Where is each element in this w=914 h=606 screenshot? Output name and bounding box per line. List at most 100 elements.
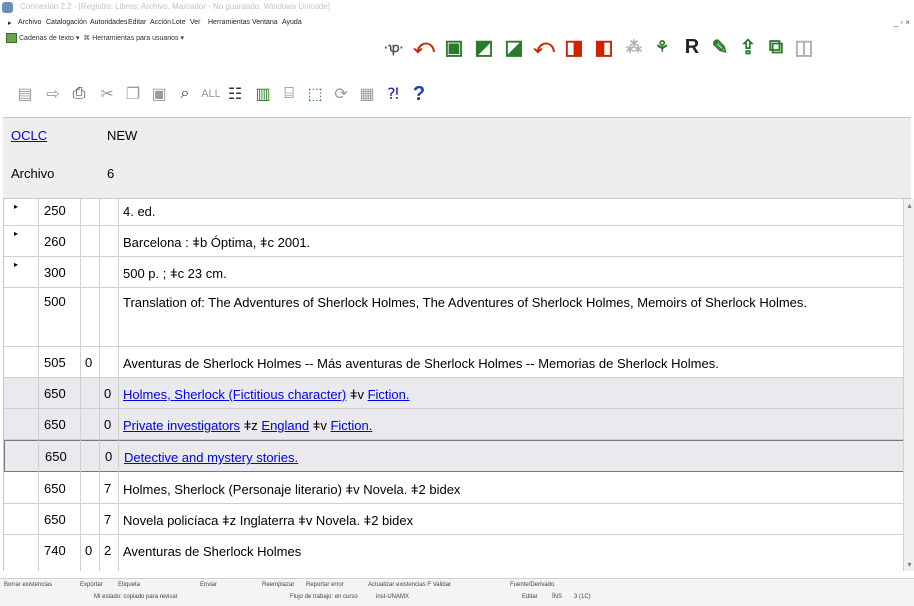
field-text[interactable]: Novela policíaca ǂz Inglaterra ǂv Novela…	[123, 512, 884, 529]
app-icon	[2, 2, 13, 13]
menu-ventana[interactable]: Ventana	[252, 19, 278, 26]
indicator-1[interactable]: 0	[85, 355, 92, 370]
cut-icon[interactable]: ✂	[94, 81, 120, 107]
status-send[interactable]: Enviar	[200, 582, 217, 588]
status-replace[interactable]: Reemplazar	[262, 582, 294, 588]
reader-icon[interactable]: ⬚	[302, 81, 328, 107]
field-text[interactable]: 500 p. ; ǂc 23 cm.	[123, 265, 884, 282]
field-text[interactable]: Aventuras de Sherlock Holmes	[123, 543, 884, 560]
record-info-panel: OCLC NEW Archivo 6	[3, 117, 911, 199]
document-icon[interactable]: ▦	[354, 81, 380, 107]
holdings-icon[interactable]: ◨	[560, 33, 588, 61]
status-source[interactable]: Fuente/Derivado	[510, 582, 554, 588]
abc-icon[interactable]: ALL	[198, 81, 224, 107]
table-row[interactable]: 650 7 Novela policíaca ǂz Inglaterra ǂv …	[4, 504, 904, 535]
field-tag: 650	[44, 512, 66, 527]
hierarchy-icon[interactable]: ⁂	[620, 33, 648, 61]
menu-ver[interactable]: Ver	[190, 19, 201, 26]
reformat-icon[interactable]: R	[678, 33, 706, 61]
field-text[interactable]: Translation of: The Adventures of Sherlo…	[123, 294, 884, 311]
status-report-error[interactable]: Reportar error	[306, 582, 344, 588]
row-pointer-icon: ▸	[14, 260, 19, 269]
menu-catalogacion[interactable]: Catalogación	[46, 19, 87, 26]
save-icon[interactable]: ▤	[12, 81, 38, 107]
label-icon[interactable]: ⧉	[762, 33, 790, 61]
indicator-2[interactable]: 0	[104, 386, 111, 401]
subfield-link[interactable]: Fiction.	[368, 387, 410, 402]
table-row-selected[interactable]: 650 0 Detective and mystery stories.	[4, 440, 904, 472]
table-row[interactable]: 650 7 Holmes, Sherlock (Personaje litera…	[4, 473, 904, 504]
menu-accion[interactable]: Acción	[150, 19, 171, 26]
table-row[interactable]: 650 0 Private investigators ǂz England ǂ…	[4, 409, 904, 440]
field-tag: 260	[44, 234, 66, 249]
network-icon[interactable]: ⚘	[648, 33, 676, 61]
menu-autoridades[interactable]: Autoridades	[90, 19, 127, 26]
subfield-link[interactable]: Fiction.	[330, 418, 372, 433]
row-pointer-icon: ▸	[14, 229, 19, 238]
hierarchy-list-icon[interactable]: ☷	[222, 81, 248, 107]
subject-heading-link[interactable]: Private investigators	[123, 418, 240, 433]
indicator-1[interactable]: 0	[85, 543, 92, 558]
table-row[interactable]: 500 Translation of: The Adventures of Sh…	[4, 288, 904, 347]
table-row[interactable]: 505 0 Aventuras de Sherlock Holmes -- Má…	[4, 347, 904, 378]
menu-herramientas[interactable]: Herramientas	[208, 19, 250, 26]
text-strings-button[interactable]: Cadenas de texto	[19, 35, 74, 42]
menu-bar: ▸ Archivo Catalogación Autoridades Edita…	[0, 17, 914, 31]
validate-record-icon[interactable]: ▣	[440, 33, 468, 61]
scroll-up-icon[interactable]: ▴	[905, 201, 914, 210]
export-arrow-icon[interactable]: ⇨	[40, 81, 66, 107]
user-tools-button[interactable]: Herramientas para usuarios	[92, 35, 178, 42]
replace-save-icon[interactable]: ◪	[500, 33, 528, 61]
status-delete-holdings[interactable]: Borrar existencias	[4, 582, 52, 588]
table-row[interactable]: 650 0 Holmes, Sherlock (Fictitious chara…	[4, 378, 904, 409]
menu-editar[interactable]: Editar	[128, 19, 146, 26]
undo-action-icon[interactable]: ⤺	[530, 33, 558, 61]
table-row[interactable]: ▸ 260 Barcelona : ǂb Óptima, ǂc 2001.	[4, 226, 904, 257]
status-bar: Borrar existencias Exportar Etiqueta Env…	[0, 578, 914, 606]
check-icon[interactable]: ✎	[706, 33, 734, 61]
field-text[interactable]: Holmes, Sherlock (Personaje literario) ǂ…	[123, 481, 884, 498]
export-icon[interactable]: ⇪	[734, 33, 762, 61]
replace-icon[interactable]: ◩	[470, 33, 498, 61]
binoculars-icon[interactable]: ⌕	[172, 81, 198, 107]
status-update-holdings[interactable]: Actualizar existencias F Validar	[368, 582, 451, 588]
table-row[interactable]: ▸ 250 4. ed.	[4, 199, 904, 226]
send-icon[interactable]: ◫	[790, 33, 818, 61]
field-text[interactable]: 4. ed.	[123, 203, 884, 220]
field-text[interactable]: Aventuras de Sherlock Holmes -- Más aven…	[123, 355, 884, 372]
oclc-link[interactable]: OCLC	[11, 128, 47, 143]
indicator-2[interactable]: 7	[104, 481, 111, 496]
book-icon[interactable]: ▥	[250, 81, 276, 107]
indicator-2[interactable]: 7	[104, 512, 111, 527]
form-icon[interactable]: ⌸	[276, 81, 302, 107]
search-dropdown-icon[interactable]: ·ꝕ·	[380, 33, 408, 61]
field-tag: 650	[44, 481, 66, 496]
print-icon[interactable]: ⎙	[66, 81, 92, 107]
copy-icon[interactable]: ❐	[120, 81, 146, 107]
table-row[interactable]: 740 0 2 Aventuras de Sherlock Holmes	[4, 535, 904, 571]
context-help-icon[interactable]: ⁈	[380, 81, 406, 107]
help-icon[interactable]: ?	[406, 81, 432, 107]
text-strings-icon	[6, 33, 17, 43]
status-export[interactable]: Exportar	[80, 582, 103, 588]
status-label[interactable]: Etiqueta	[118, 582, 140, 588]
menu-icon: ▸	[8, 20, 12, 27]
menu-lote[interactable]: Lote	[172, 19, 186, 26]
subject-heading-link[interactable]: Detective and mystery stories.	[124, 450, 298, 465]
mdi-controls[interactable]: _ ▫ ×	[894, 18, 910, 27]
undo-red-icon[interactable]: ⤺	[410, 33, 438, 61]
indicator-2[interactable]: 0	[104, 417, 111, 432]
indicator-2[interactable]: 0	[105, 449, 112, 464]
table-row[interactable]: ▸ 300 500 p. ; ǂc 23 cm.	[4, 257, 904, 288]
vertical-scrollbar[interactable]: ▴ ▾	[903, 199, 914, 571]
delete-holdings-icon[interactable]: ◧	[590, 33, 618, 61]
menu-ayuda[interactable]: Ayuda	[282, 19, 302, 26]
subfield-link[interactable]: England	[261, 418, 309, 433]
indicator-2[interactable]: 2	[104, 543, 111, 558]
scroll-down-icon[interactable]: ▾	[905, 560, 914, 569]
menu-archivo[interactable]: Archivo	[18, 19, 41, 26]
subject-heading-link[interactable]: Holmes, Sherlock (Fictitious character)	[123, 387, 346, 402]
refresh-icon[interactable]: ⟳	[328, 81, 354, 107]
field-text[interactable]: Barcelona : ǂb Óptima, ǂc 2001.	[123, 234, 884, 251]
paste-icon[interactable]: ▣	[146, 81, 172, 107]
